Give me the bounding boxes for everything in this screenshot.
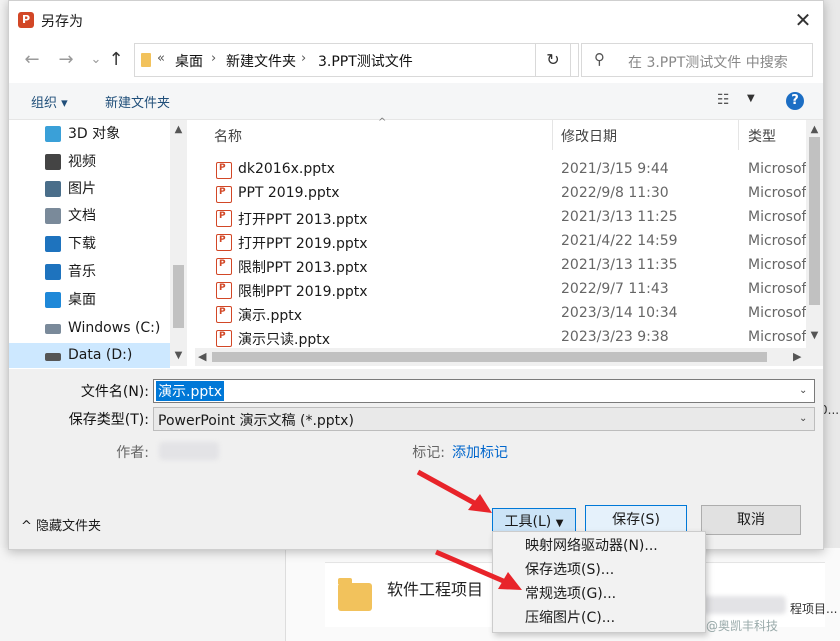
annotation-arrow-to-general-options — [435, 549, 509, 586]
annotation-arrow-to-tools — [416, 469, 480, 508]
annotation-arrows — [416, 469, 522, 590]
